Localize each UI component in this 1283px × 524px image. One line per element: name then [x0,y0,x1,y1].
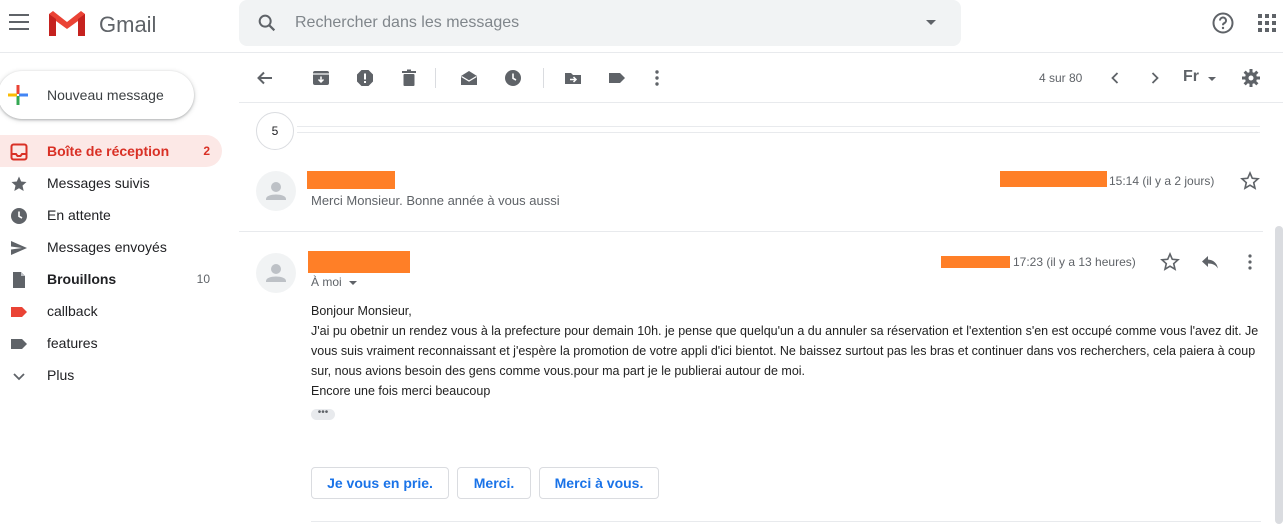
move-to-icon[interactable] [563,68,583,88]
input-language-button[interactable]: Fr [1183,68,1199,86]
star-icon [11,176,27,191]
search-icon[interactable] [256,12,278,34]
inbox-icon [10,143,28,161]
sender-avatar[interactable] [256,171,296,211]
collapsed-messages-line [297,126,1260,127]
star-outline-icon[interactable] [1160,252,1180,272]
sidebar-item-callback[interactable]: callback [0,295,222,327]
trash-icon[interactable] [399,68,419,88]
compose-label: Nouveau message [47,87,164,103]
message-time: 17:23 (il y a 13 heures) [1013,255,1136,269]
draft-icon [13,272,25,288]
more-vertical-icon[interactable] [1240,252,1260,272]
sidebar-item-label: callback [47,303,98,319]
mark-unread-icon[interactable] [459,68,479,88]
sidebar-item-count: 2 [203,144,210,158]
app-name: Gmail [99,12,157,37]
smart-reply-button[interactable]: Merci à vous. [539,467,659,499]
collapsed-messages-count[interactable]: 5 [256,112,294,150]
label-icon [11,339,27,349]
pager-count: 4 sur 80 [1039,71,1083,85]
sidebar-item-features[interactable]: features [0,327,222,359]
redacted-date [941,256,1010,268]
sidebar-item-label: Brouillons [47,271,117,287]
reply-icon[interactable] [1200,252,1220,272]
search-bar[interactable] [239,0,961,46]
body-paragraph: Bonjour Monsieur, [311,304,412,318]
scrollbar-thumb[interactable] [1275,226,1283,524]
top-header: Gmail [0,0,1283,53]
toolbar-separator [435,68,436,88]
collapsed-messages-line [297,132,1260,133]
person-icon [266,264,286,282]
send-icon [11,241,27,255]
sidebar-item-more[interactable]: Plus [0,359,222,391]
message-snippet[interactable]: Merci Monsieur. Bonne année à vous aussi [311,193,560,208]
apps-grid-icon[interactable] [1258,14,1276,32]
message-divider [311,521,1261,522]
plus-icon [8,85,28,105]
input-language-caret-icon[interactable] [1208,77,1216,81]
chevron-down-icon [13,373,25,381]
sidebar-item-label: Plus [47,367,75,383]
sidebar-item-snoozed[interactable]: En attente [0,199,222,231]
redacted-date [1000,171,1107,187]
message-time: 15:14 (il y a 2 jours) [1109,174,1215,188]
sidebar-nav: Boîte de réception 2 Messages suivis En … [0,135,222,391]
sidebar-item-label: Messages suivis [47,175,150,191]
help-icon[interactable] [1211,11,1235,35]
recipient-label: À moi [311,275,342,289]
clock-icon [11,208,27,224]
sidebar-item-label: features [47,335,98,351]
chevron-right-icon[interactable] [1145,68,1165,88]
sender-avatar[interactable] [256,253,296,293]
message-toolbar: 4 sur 80 Fr [239,54,1283,103]
person-icon [266,182,286,200]
message-body: Bonjour Monsieur, J'ai pu obetnir un ren… [311,301,1261,401]
sidebar-item-count: 10 [196,272,210,286]
smart-reply-button[interactable]: Je vous en prie. [311,467,449,499]
sidebar-item-sent[interactable]: Messages envoyés [0,231,222,263]
sidebar-item-label: En attente [47,207,111,223]
body-paragraph: J'ai pu obetnir un rendez vous à la pref… [311,324,1259,378]
sidebar-item-inbox[interactable]: Boîte de réception 2 [0,135,222,167]
message-divider [239,231,1263,232]
show-details-caret-icon[interactable] [349,281,357,285]
toolbar-separator [543,68,544,88]
label-icon [11,307,27,317]
more-vertical-icon[interactable] [647,68,667,88]
sidebar-item-drafts[interactable]: Brouillons 10 [0,263,222,295]
back-arrow-icon[interactable] [255,68,275,88]
gmail-logo-icon[interactable] [47,10,87,38]
search-options-caret-icon[interactable] [926,20,936,25]
search-input[interactable] [295,12,895,34]
chevron-left-icon[interactable] [1105,68,1125,88]
label-tag-icon[interactable] [607,68,627,88]
report-spam-icon[interactable] [355,68,375,88]
archive-icon[interactable] [311,68,331,88]
compose-button[interactable]: Nouveau message [0,71,194,119]
smart-reply-button[interactable]: Merci. [457,467,531,499]
redacted-sender-name [307,171,395,189]
sidebar-item-label: Messages envoyés [47,239,167,255]
body-paragraph: Encore une fois merci beaucoup [311,384,491,398]
star-outline-icon[interactable] [1240,171,1260,191]
snooze-clock-icon[interactable] [503,68,523,88]
sidebar-item-starred[interactable]: Messages suivis [0,167,222,199]
sidebar-item-label: Boîte de réception [47,143,170,159]
settings-gear-icon[interactable] [1241,68,1261,88]
main-menu-icon[interactable] [9,14,29,30]
redacted-sender-name [308,251,410,273]
show-trimmed-content-button[interactable]: ••• [311,408,335,420]
